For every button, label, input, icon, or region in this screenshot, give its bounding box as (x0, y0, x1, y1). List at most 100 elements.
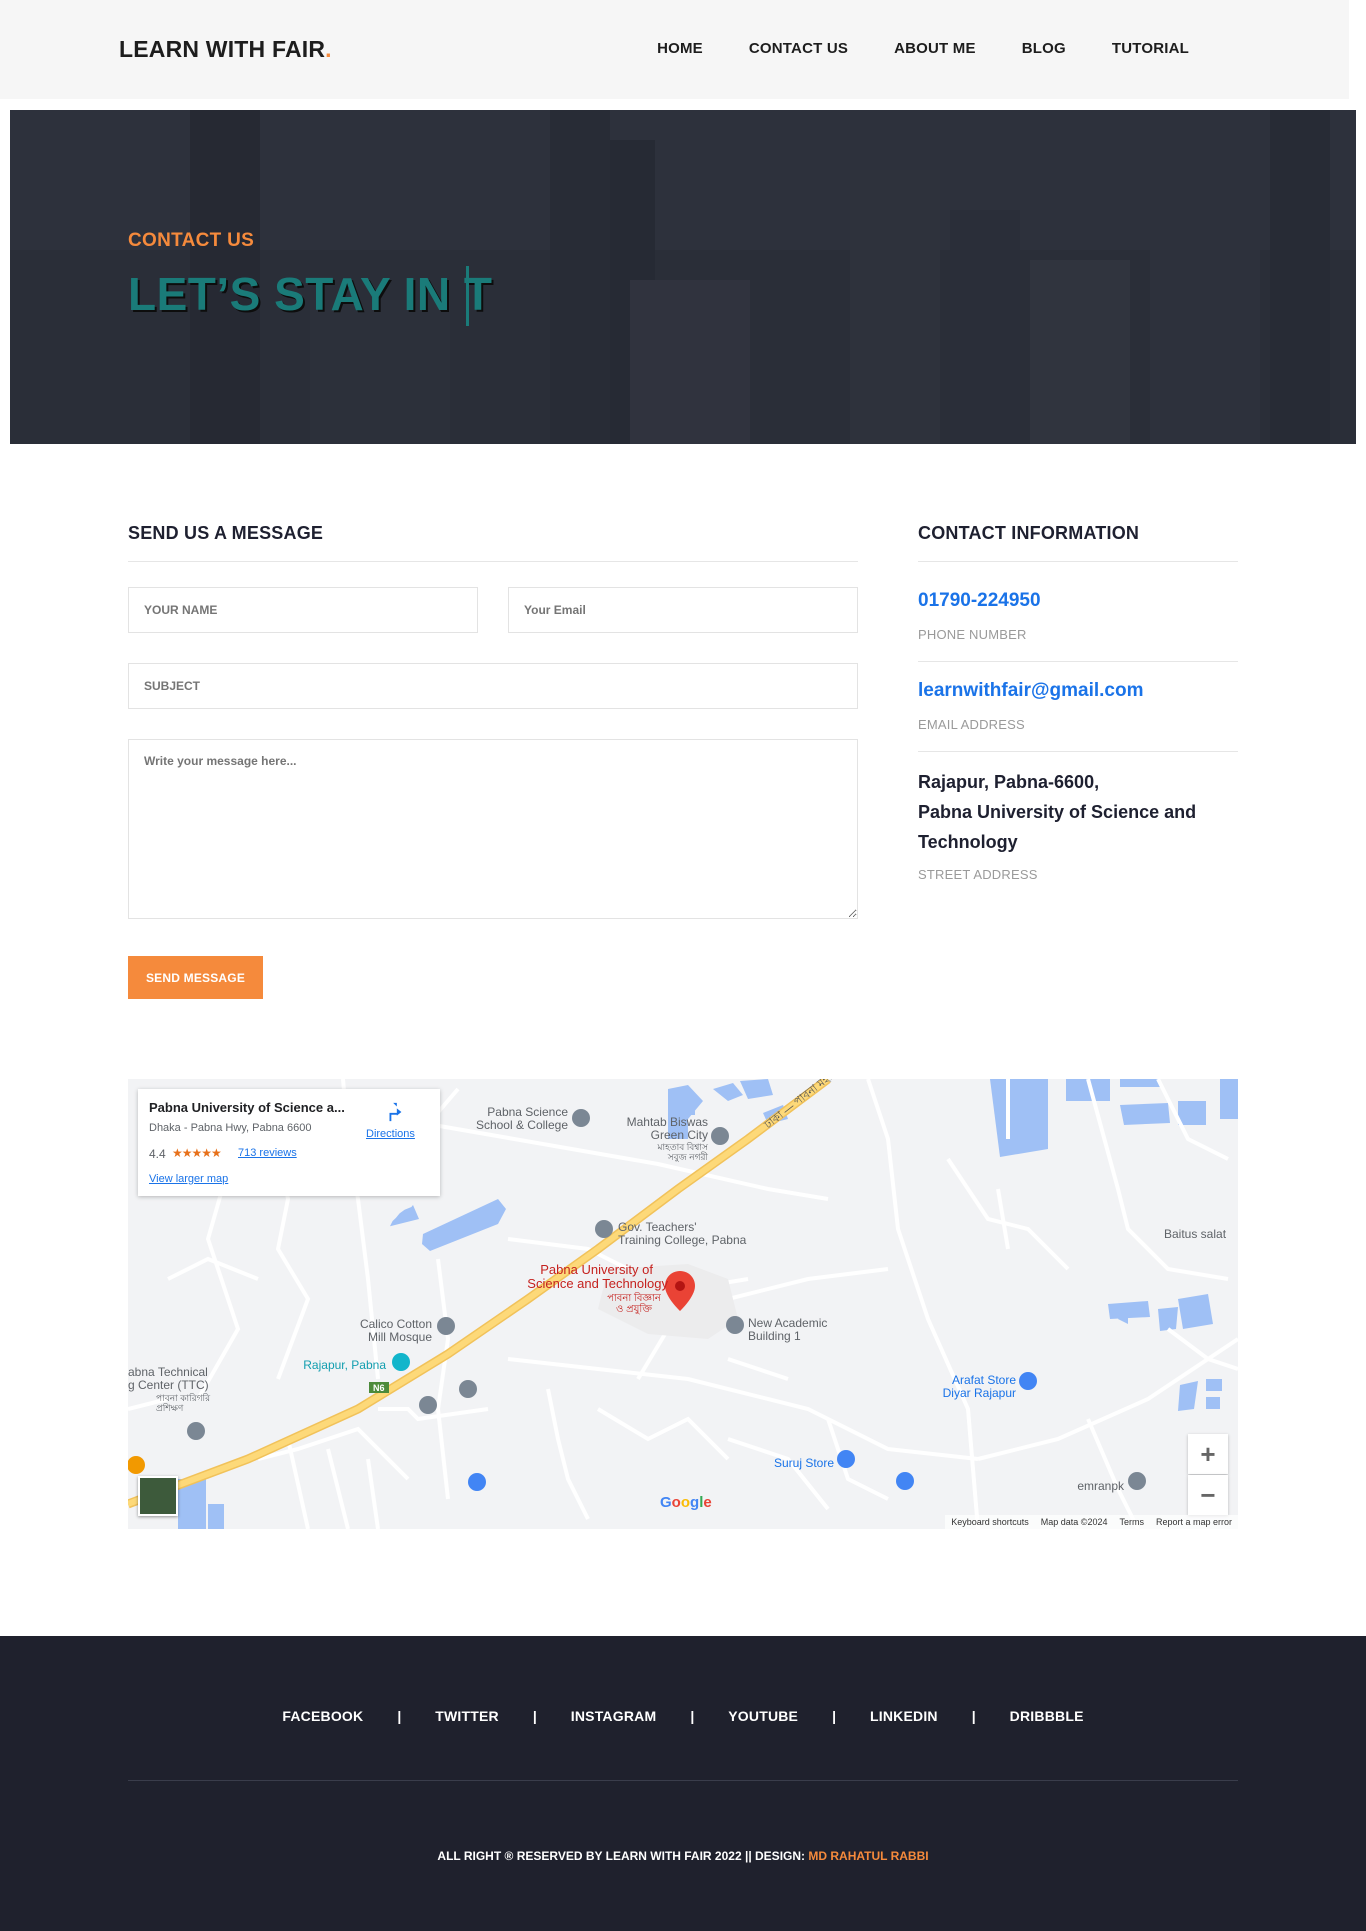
view-larger-map-link[interactable]: View larger map (149, 1173, 228, 1185)
svg-text:প্রশিক্ষণ: প্রশিক্ষণ (156, 1403, 184, 1413)
place-address: Dhaka - Pabna Hwy, Pabna 6600 (149, 1122, 312, 1134)
pust-label-bn-2: ও প্রযুক্তি (616, 1303, 652, 1315)
facebook-link[interactable]: FACEBOOK (282, 1708, 363, 1724)
nav-about-me[interactable]: ABOUT ME (894, 40, 976, 57)
contact-info-title: CONTACT INFORMATION (918, 523, 1140, 543)
email-input[interactable] (508, 587, 858, 633)
zoom-in-button[interactable]: + (1188, 1434, 1228, 1474)
message-textarea[interactable] (128, 739, 858, 919)
email-address[interactable]: learnwithfair@gmail.com (918, 680, 1143, 702)
svg-text:মাহতাব বিশ্বাস: মাহতাব বিশ্বাস (657, 1142, 710, 1152)
keyboard-shortcuts-link[interactable]: Keyboard shortcuts (951, 1517, 1029, 1527)
svg-text:পাবনা কারিগরি: পাবনা কারিগরি (156, 1393, 211, 1403)
svg-text:Baitus salat: Baitus salat (1164, 1227, 1227, 1241)
separator: | (971, 1708, 976, 1724)
nav-blog[interactable]: BLOG (1022, 40, 1066, 57)
directions-icon[interactable] (384, 1101, 406, 1123)
address-line-3: Technology (918, 832, 1018, 852)
map-footer: Keyboard shortcuts Map data ©2024 Terms … (945, 1515, 1238, 1529)
hero-banner: CONTACT US LET’S STAY IN T (10, 110, 1356, 444)
terms-link[interactable]: Terms (1119, 1517, 1144, 1527)
address-label: STREET ADDRESS (918, 867, 1038, 882)
place-name: Pabna University of Science a... (149, 1100, 345, 1115)
linkedin-link[interactable]: LINKEDIN (870, 1708, 938, 1724)
hero-title: LET’S STAY IN T (128, 268, 493, 320)
site-logo-text: LEARN WITH FAIR (119, 36, 326, 62)
svg-text:Calico Cotton: Calico Cotton (360, 1317, 432, 1331)
svg-text:Pabna Science: Pabna Science (487, 1105, 568, 1119)
svg-text:Training College, Pabna: Training College, Pabna (618, 1233, 747, 1247)
youtube-link[interactable]: YOUTUBE (728, 1708, 798, 1724)
svg-text:Mill Mosque: Mill Mosque (368, 1330, 432, 1344)
svg-text:Gov. Teachers': Gov. Teachers' (618, 1220, 697, 1234)
place-rating: 4.4 (149, 1147, 166, 1161)
pust-label-2: Science and Technology (527, 1276, 668, 1291)
email-divider (918, 751, 1238, 752)
send-message-button[interactable]: SEND MESSAGE (128, 956, 263, 999)
svg-text:abna Technical: abna Technical (128, 1365, 208, 1379)
address-line-1: Rajapur, Pabna-6600, (918, 772, 1100, 792)
site-footer: FACEBOOK | TWITTER | INSTAGRAM | YOUTUBE… (0, 1636, 1366, 1931)
footer-divider (128, 1780, 1238, 1781)
place-info-card: Pabna University of Science a... Dhaka -… (138, 1089, 440, 1196)
embedded-map[interactable]: ঢাকা — পাবনা মহাসড়ক N6 Pabna University… (128, 1079, 1238, 1529)
svg-text:New Academic: New Academic (748, 1316, 827, 1330)
copyright-text: ALL RIGHT ® RESERVED BY LEARN WITH FAIR … (0, 1849, 1366, 1863)
street-address: Rajapur, Pabna-6600, Pabna University of… (918, 767, 1196, 857)
report-error-link[interactable]: Report a map error (1156, 1517, 1232, 1527)
svg-text:Diyar Rajapur: Diyar Rajapur (943, 1386, 1016, 1400)
form-title-divider (128, 561, 858, 562)
twitter-link[interactable]: TWITTER (435, 1708, 499, 1724)
address-line-2: Pabna University of Science and (918, 802, 1197, 822)
copyright-main: ALL RIGHT ® RESERVED BY LEARN WITH FAIR … (437, 1849, 809, 1863)
separator: | (397, 1708, 402, 1724)
subject-input[interactable] (128, 663, 858, 709)
svg-text:Green City: Green City (651, 1128, 708, 1142)
svg-text:Building 1: Building 1 (748, 1329, 801, 1343)
satellite-toggle[interactable] (138, 1476, 178, 1516)
n6-label: N6 (373, 1383, 385, 1393)
rating-stars: ★★★★★ (172, 1146, 222, 1160)
map-data-text: Map data ©2024 (1040, 1517, 1108, 1527)
dribbble-link[interactable]: DRIBBBLE (1010, 1708, 1084, 1724)
svg-text:সবুজ নগরী: সবুজ নগরী (667, 1151, 709, 1163)
nav-contact-us[interactable]: CONTACT US (749, 40, 848, 57)
hero-kicker: CONTACT US (128, 230, 255, 251)
svg-text:g Center (TTC): g Center (TTC) (128, 1378, 209, 1392)
site-logo[interactable]: LEARN WITH FAIR. (119, 36, 332, 63)
designer-link[interactable]: MD RAHATUL RABBI (808, 1849, 928, 1863)
directions-link[interactable]: Directions (366, 1128, 415, 1140)
svg-text:Mahtab Biswas: Mahtab Biswas (627, 1115, 708, 1129)
main-nav: HOME CONTACT US ABOUT ME BLOG TUTORIAL (611, 40, 1189, 57)
pust-label-1: Pabna University of (540, 1262, 653, 1277)
phone-label: PHONE NUMBER (918, 627, 1027, 642)
rajapur-pin (392, 1353, 410, 1371)
reviews-link[interactable]: 713 reviews (238, 1147, 297, 1159)
instagram-link[interactable]: INSTAGRAM (571, 1708, 657, 1724)
zoom-out-button[interactable]: − (1188, 1475, 1228, 1515)
svg-text:Arafat Store: Arafat Store (952, 1373, 1016, 1387)
phone-number[interactable]: 01790-224950 (918, 590, 1041, 612)
google-logo: Google (660, 1494, 712, 1511)
separator: | (532, 1708, 537, 1724)
restaurant-pin (128, 1456, 145, 1474)
nav-home[interactable]: HOME (657, 40, 703, 57)
top-header: LEARN WITH FAIR. HOME CONTACT US ABOUT M… (0, 0, 1349, 99)
form-title: SEND US A MESSAGE (128, 523, 324, 543)
pust-label-bn-1: পাবনা বিজ্ঞান (607, 1292, 662, 1304)
logo-dot: . (325, 36, 332, 62)
svg-text:School & College: School & College (476, 1118, 568, 1132)
typing-cursor (466, 266, 469, 326)
email-label: EMAIL ADDRESS (918, 717, 1025, 732)
separator: | (690, 1708, 695, 1724)
contact-title-divider (918, 561, 1238, 562)
name-input[interactable] (128, 587, 478, 633)
svg-text:Rajapur, Pabna: Rajapur, Pabna (303, 1358, 386, 1372)
separator: | (832, 1708, 837, 1724)
road-label: ঢাকা — পাবনা মহাসড়ক (762, 1079, 853, 1132)
svg-text:emranpk: emranpk (1077, 1479, 1125, 1493)
social-links: FACEBOOK | TWITTER | INSTAGRAM | YOUTUBE… (0, 1708, 1366, 1724)
phone-divider (918, 661, 1238, 662)
svg-text:Suruj Store: Suruj Store (774, 1456, 834, 1470)
nav-tutorial[interactable]: TUTORIAL (1112, 40, 1189, 57)
